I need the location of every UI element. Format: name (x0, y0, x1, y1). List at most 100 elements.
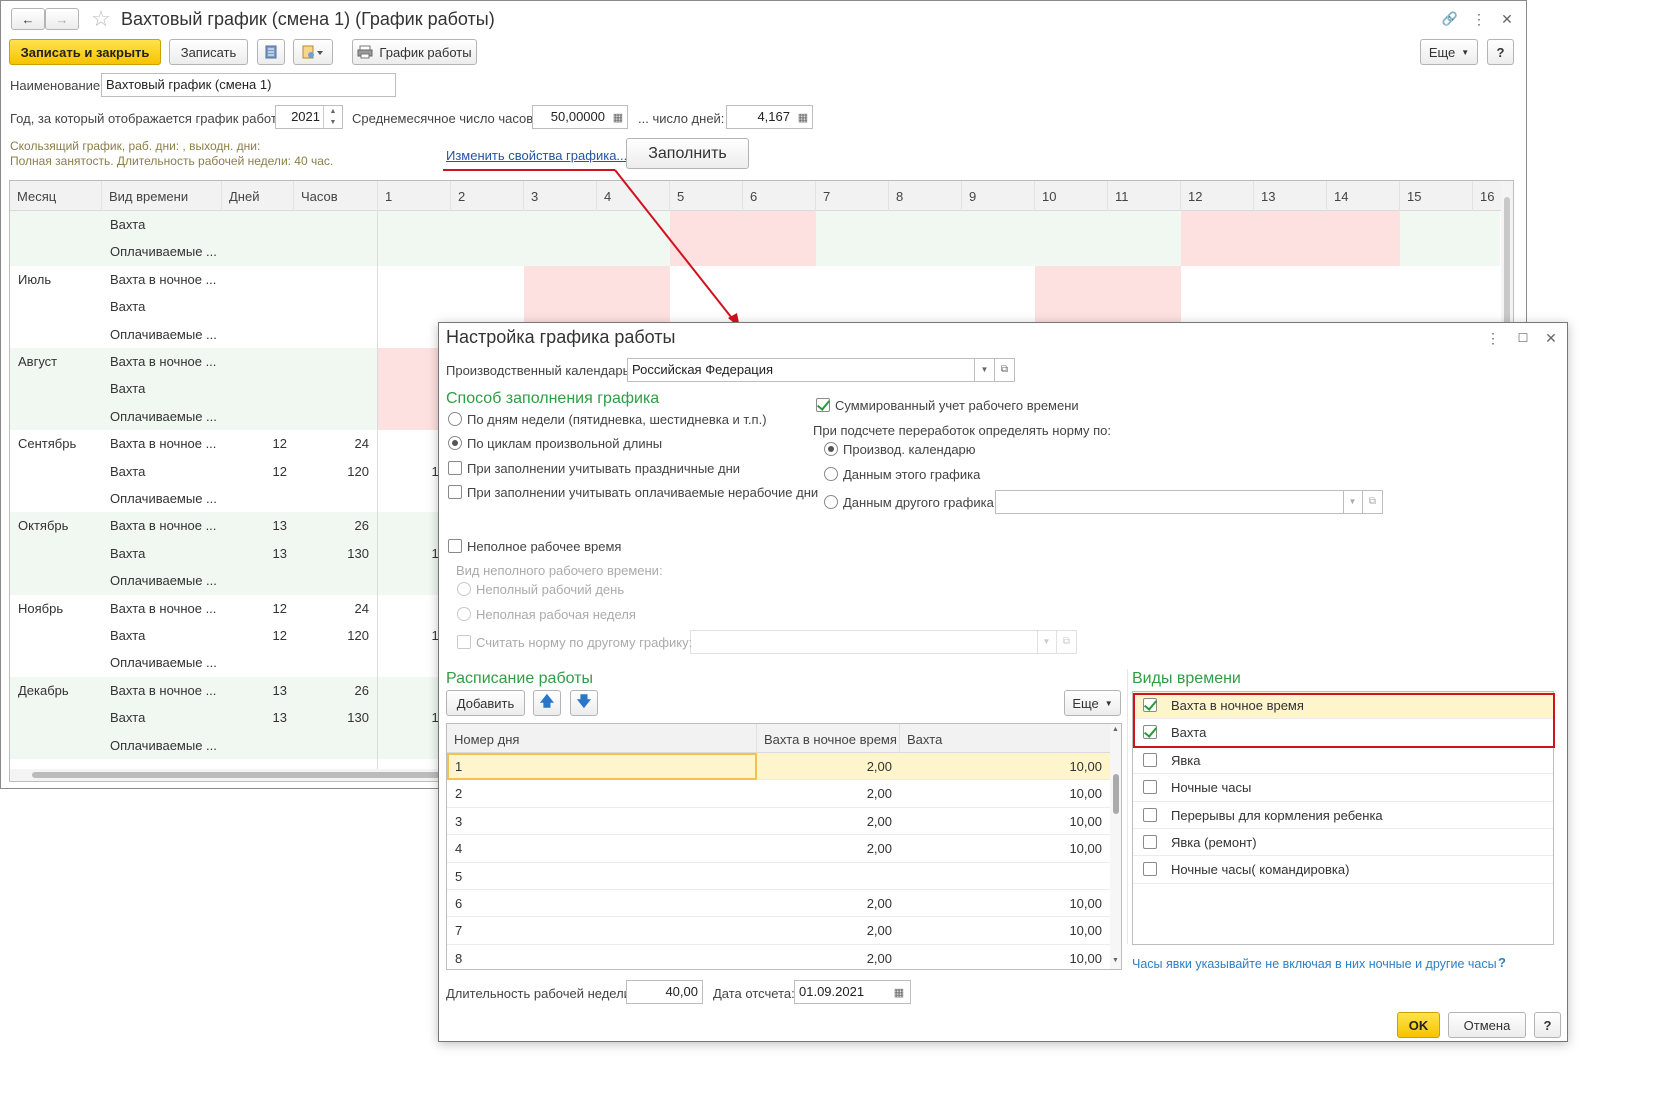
time-kind-label: Перерывы для кормления ребенка (1171, 807, 1383, 823)
checkbox-paid[interactable] (448, 485, 462, 499)
checkbox-summ-label: Суммированный учет рабочего времени (835, 398, 1079, 413)
week-length-label: Длительность рабочей недели: (446, 986, 635, 1001)
schedule-row[interactable]: 3 2,00 10,00 (447, 808, 1110, 836)
radio-weekdays-label: По дням недели (пятидневка, шестидневка … (467, 412, 767, 427)
time-kind-checkbox[interactable] (1143, 752, 1157, 767)
norm-other-field[interactable] (690, 630, 1038, 654)
other-schedule-dropdown[interactable]: ▼ (1343, 490, 1363, 514)
schedule-row[interactable]: 8 2,00 10,00 (447, 945, 1110, 969)
close-icon[interactable]: ✕ (1542, 328, 1560, 348)
checkbox-partial[interactable] (448, 539, 462, 553)
time-kind-label: Явка (1171, 752, 1201, 768)
checkbox-summ[interactable] (816, 398, 830, 412)
schedule-row[interactable]: 1 2,00 10,00 (447, 753, 1110, 781)
night-cell: 2,00 (866, 923, 892, 939)
more-vertical-icon[interactable]: ⋮ (1484, 328, 1502, 348)
fill-method-title: Способ заполнения графика (446, 390, 660, 407)
calendar-field[interactable]: Российская Федерация (627, 358, 975, 382)
radio-partial-day[interactable] (457, 582, 471, 596)
move-up-button[interactable]: 🡅 (533, 690, 561, 716)
time-kind-item[interactable]: Перерывы для кормления ребенка (1133, 802, 1553, 829)
radio-this-label: Данным этого графика (843, 467, 981, 482)
other-schedule-field[interactable] (995, 490, 1344, 514)
hint-text: Часы явки указывайте не включая в них но… (1132, 957, 1497, 971)
schedule-more-button[interactable]: Еще ▼ (1064, 690, 1121, 716)
calendar-dropdown[interactable]: ▼ (975, 358, 995, 382)
add-button[interactable]: Добавить (446, 690, 525, 716)
ok-button[interactable]: OK (1397, 1012, 1440, 1038)
vahta-cell: 10,00 (1069, 950, 1102, 966)
schedule-title: Расписание работы (446, 670, 593, 687)
radio-partial-week-label: Неполная рабочая неделя (476, 607, 636, 622)
checkbox-norm-other-label: Считать норму по другому графику: (476, 635, 693, 650)
radio-other-label: Данным другого графика (843, 495, 994, 510)
calendar-icon[interactable]: ▦ (889, 982, 909, 1002)
partial-kind-label: Вид неполного рабочего времени: (456, 563, 663, 578)
radio-partial-week[interactable] (457, 607, 471, 621)
radio-this[interactable] (824, 467, 838, 481)
night-cell: 2,00 (866, 786, 892, 802)
schedule-scrollbar[interactable]: ▲ ▼ (1110, 724, 1121, 969)
settings-dialog: Настройка графика работы ⋮ ☐ ✕ Производс… (438, 322, 1568, 1042)
night-cell: 2,00 (866, 813, 892, 829)
checkbox-holidays[interactable] (448, 461, 462, 475)
time-kind-label: Ночные часы( командировка) (1171, 862, 1350, 878)
time-kind-item[interactable]: Ночные часы (1133, 774, 1553, 802)
vahta-cell: 10,00 (1069, 813, 1102, 829)
schedule-row[interactable]: 4 2,00 10,00 (447, 835, 1110, 863)
schedule-row[interactable]: 2 2,00 10,00 (447, 780, 1110, 808)
ref-date-label: Дата отсчета: (713, 986, 795, 1001)
hint-help-icon[interactable]: ? (1498, 955, 1506, 970)
day-number-cell: 1 (455, 759, 463, 774)
schedule-row[interactable]: 5 (447, 863, 1110, 890)
schedule-more-label: Еще (1072, 695, 1099, 711)
checkbox-holidays-label: При заполнении учитывать праздничные дни (467, 461, 741, 476)
vahta-cell: 10,00 (1069, 759, 1102, 774)
time-kind-label: Ночные часы (1171, 780, 1252, 796)
dialog-help-button[interactable]: ? (1534, 1012, 1561, 1038)
norm-other-dropdown[interactable]: ▼ (1037, 630, 1057, 654)
checkbox-paid-label: При заполнении учитывать оплачиваемые не… (467, 485, 819, 500)
night-cell: 2,00 (866, 896, 892, 911)
day-number-cell: 3 (455, 813, 463, 829)
maximize-icon[interactable]: ☐ (1514, 328, 1532, 348)
time-kinds-title: Виды времени (1132, 670, 1241, 687)
cancel-button[interactable]: Отмена (1448, 1012, 1526, 1038)
night-cell: 2,00 (866, 759, 892, 774)
other-schedule-open[interactable]: ⧉ (1363, 490, 1383, 514)
overtime-label: При подсчете переработок определять норм… (813, 423, 1112, 438)
radio-cycles-label: По циклам произвольной длины (467, 436, 663, 451)
schedule-row[interactable]: 6 2,00 10,00 (447, 890, 1110, 918)
col-night[interactable]: Вахта в ночное время (757, 724, 900, 753)
radio-partial-day-label: Неполный рабочий день (476, 582, 625, 597)
day-number-cell: 8 (455, 950, 463, 966)
calendar-label: Производственный календарь: (446, 363, 633, 378)
day-number-cell: 6 (455, 896, 463, 911)
col-day-number[interactable]: Номер дня (447, 724, 757, 753)
radio-cycles[interactable] (448, 436, 462, 450)
radio-other[interactable] (824, 495, 838, 509)
schedule-row[interactable]: 7 2,00 10,00 (447, 917, 1110, 945)
radio-weekdays[interactable] (448, 412, 462, 426)
radio-prod-cal[interactable] (824, 442, 838, 456)
day-number-cell: 7 (455, 923, 463, 939)
time-kind-item[interactable]: Ночные часы( командировка) (1133, 856, 1553, 884)
dialog-title: Настройка графика работы (446, 327, 676, 347)
checkbox-norm-other[interactable] (457, 635, 471, 649)
time-kind-checkbox[interactable] (1143, 780, 1157, 795)
move-down-button[interactable]: 🡇 (570, 690, 598, 716)
time-kind-checkbox[interactable] (1143, 862, 1157, 877)
time-kind-checkbox[interactable] (1143, 807, 1157, 822)
norm-other-open[interactable]: ⧉ (1057, 630, 1077, 654)
week-length-field[interactable]: 40,00 (626, 980, 703, 1004)
night-cell: 2,00 (866, 950, 892, 966)
col-vahta[interactable]: Вахта (900, 724, 1110, 753)
vahta-cell: 10,00 (1069, 786, 1102, 802)
open-calendar-button[interactable]: ⧉ (995, 358, 1015, 382)
time-kind-item[interactable]: Явка (1133, 747, 1553, 775)
time-kind-checkbox[interactable] (1143, 835, 1157, 849)
time-kind-item[interactable]: Явка (ремонт) (1133, 829, 1553, 857)
day-number-cell: 5 (455, 868, 463, 884)
arrow-up-icon: 🡅 (539, 693, 555, 709)
chevron-down-icon: ▼ (1104, 698, 1113, 708)
